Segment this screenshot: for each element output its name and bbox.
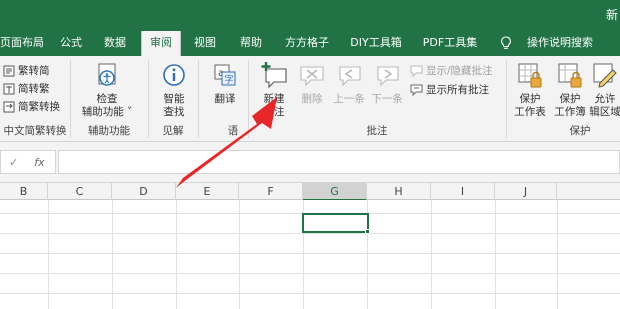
formula-input[interactable] <box>58 150 620 174</box>
show-all-comments-button[interactable]: 显示所有批注 <box>410 81 489 98</box>
show-all-comments-icon <box>410 84 423 96</box>
insert-function-icon[interactable]: fx <box>34 156 44 169</box>
group-separator <box>506 60 507 138</box>
new-comment-button[interactable]: 新建 批注 <box>254 61 294 119</box>
simp-trad-convert-label: 简繁转换 <box>18 101 60 113</box>
allow-edit-ranges-label-2: 辑区域 <box>589 106 620 118</box>
next-comment-button[interactable]: 下一条 <box>368 61 406 106</box>
grid-line <box>0 253 620 254</box>
trad-simp-icon <box>3 65 15 76</box>
grid-line <box>0 273 620 274</box>
previous-comment-label: 上一条 <box>333 93 365 105</box>
next-comment-icon <box>377 66 399 87</box>
formula-controls: ✓ fx <box>0 150 56 174</box>
group-label-chinese-conversion: 中文简繁转换 <box>3 125 67 137</box>
protect-workbook-label-1: 保护 <box>559 93 581 105</box>
column-header-e[interactable]: E <box>176 183 239 201</box>
smart-lookup-icon <box>163 64 185 86</box>
simp-to-trad-button[interactable]: 简转繁 <box>3 80 50 97</box>
group-label-comments: 批注 <box>366 125 388 137</box>
simp-trad-convert-button[interactable]: 简繁转换 <box>3 98 60 115</box>
tab-pdf-tools[interactable]: PDF工具集 <box>422 31 478 56</box>
translate-label: 翻译 <box>214 93 236 105</box>
check-accessibility-button[interactable]: 检查 辅助功能 ˅ <box>78 61 136 119</box>
trad-to-simp-button[interactable]: 繁转简 <box>3 62 50 79</box>
accessibility-check-icon <box>98 63 116 86</box>
new-comment-label-1: 新建 <box>263 93 285 105</box>
delete-comment-icon <box>300 66 324 87</box>
column-header-d[interactable]: D <box>112 183 176 201</box>
protect-workbook-label-2: 工作簿 <box>554 106 586 118</box>
show-hide-comment-icon <box>410 65 423 77</box>
show-all-comments-label: 显示所有批注 <box>426 84 489 96</box>
check-label-1: 检查 <box>96 93 118 105</box>
tab-diy-toolbox[interactable]: DIY工具箱 <box>348 31 404 56</box>
tab-page-layout[interactable]: 页面布局 <box>0 31 44 56</box>
protect-workbook-icon <box>558 63 582 88</box>
formula-bar: ✓ fx <box>0 142 620 182</box>
tell-me-search[interactable]: 操作说明搜索 <box>520 31 600 56</box>
column-header-g[interactable]: G <box>303 183 367 201</box>
protect-sheet-icon <box>518 63 542 88</box>
next-comment-label: 下一条 <box>371 93 403 105</box>
convert-icon <box>3 101 15 112</box>
show-hide-comment-label: 显示/隐藏批注 <box>426 65 493 77</box>
tab-fangfanggezi[interactable]: 方方格子 <box>282 31 332 56</box>
group-label-insights: 见解 <box>162 125 184 137</box>
translate-button[interactable]: a 字 翻译 <box>204 61 246 106</box>
tab-data[interactable]: 数据 <box>100 31 130 56</box>
previous-comment-button[interactable]: 上一条 <box>330 61 368 106</box>
smart-lookup-label-1: 智能 <box>163 93 185 105</box>
delete-comment-label: 删除 <box>301 93 323 105</box>
group-label-accessibility: 辅助功能 <box>88 125 130 137</box>
protect-sheet-label-1: 保护 <box>519 93 541 105</box>
allow-edit-ranges-icon <box>593 63 617 88</box>
allow-edit-ranges-label-1: 允许 <box>594 93 616 105</box>
fill-handle[interactable] <box>365 229 370 234</box>
column-header-f[interactable]: F <box>239 183 303 201</box>
tab-help[interactable]: 帮助 <box>236 31 266 56</box>
group-separator <box>70 60 71 138</box>
new-comment-label-2: 批注 <box>263 106 285 118</box>
tab-view[interactable]: 视图 <box>190 31 220 56</box>
previous-comment-icon <box>339 66 361 87</box>
group-separator <box>198 60 199 138</box>
tab-review[interactable]: 审阅 <box>141 31 181 56</box>
window-title: 新 <box>605 8 618 22</box>
column-header-j[interactable]: J <box>495 183 557 201</box>
grid-line <box>0 293 620 294</box>
simp-trad-icon <box>3 83 15 94</box>
protect-sheet-button[interactable]: 保护 工作表 <box>510 61 550 119</box>
column-headers: B C D E F G H I J <box>0 182 620 201</box>
svg-text:字: 字 <box>225 74 234 86</box>
worksheet-grid[interactable] <box>0 200 620 309</box>
column-header-b[interactable]: B <box>0 183 48 201</box>
column-header-c[interactable]: C <box>48 183 112 201</box>
grid-line <box>0 233 620 234</box>
menu-bar: 新 页面布局 公式 数据 审阅 视图 帮助 方方格子 DIY工具箱 PDF工具集… <box>0 0 620 56</box>
column-header-i[interactable]: I <box>431 183 495 201</box>
group-separator <box>248 60 249 138</box>
group-label-protect: 保护 <box>569 125 591 137</box>
check-label-2: 辅助功能 ˅ <box>81 106 133 118</box>
smart-lookup-label-2: 查找 <box>163 106 185 118</box>
new-comment-icon <box>261 62 287 89</box>
allow-edit-ranges-button[interactable]: 允许 辑区域 <box>588 61 620 119</box>
delete-comment-button[interactable]: 删除 <box>296 61 328 106</box>
trad-to-simp-label: 繁转简 <box>18 65 50 77</box>
lightbulb-icon <box>501 36 511 49</box>
smart-lookup-button[interactable]: 智能 查找 <box>154 61 194 119</box>
simp-to-trad-label: 简转繁 <box>18 83 50 95</box>
check-icon[interactable]: ✓ <box>9 156 18 169</box>
show-hide-comment-button[interactable]: 显示/隐藏批注 <box>410 62 493 79</box>
tab-formulas[interactable]: 公式 <box>56 31 86 56</box>
column-header-h[interactable]: H <box>367 183 431 201</box>
protect-workbook-button[interactable]: 保护 工作簿 <box>550 61 590 119</box>
protect-sheet-label-2: 工作表 <box>514 106 546 118</box>
active-cell[interactable] <box>302 213 369 233</box>
ribbon-review: 繁转简 简转繁 简繁转换 中文简繁转换 检查 辅助功能 ˅ 辅助功能 智能 查找… <box>0 56 620 142</box>
group-separator <box>148 60 149 138</box>
translate-icon: a 字 <box>214 64 236 86</box>
group-label-language: 语 <box>227 125 239 137</box>
